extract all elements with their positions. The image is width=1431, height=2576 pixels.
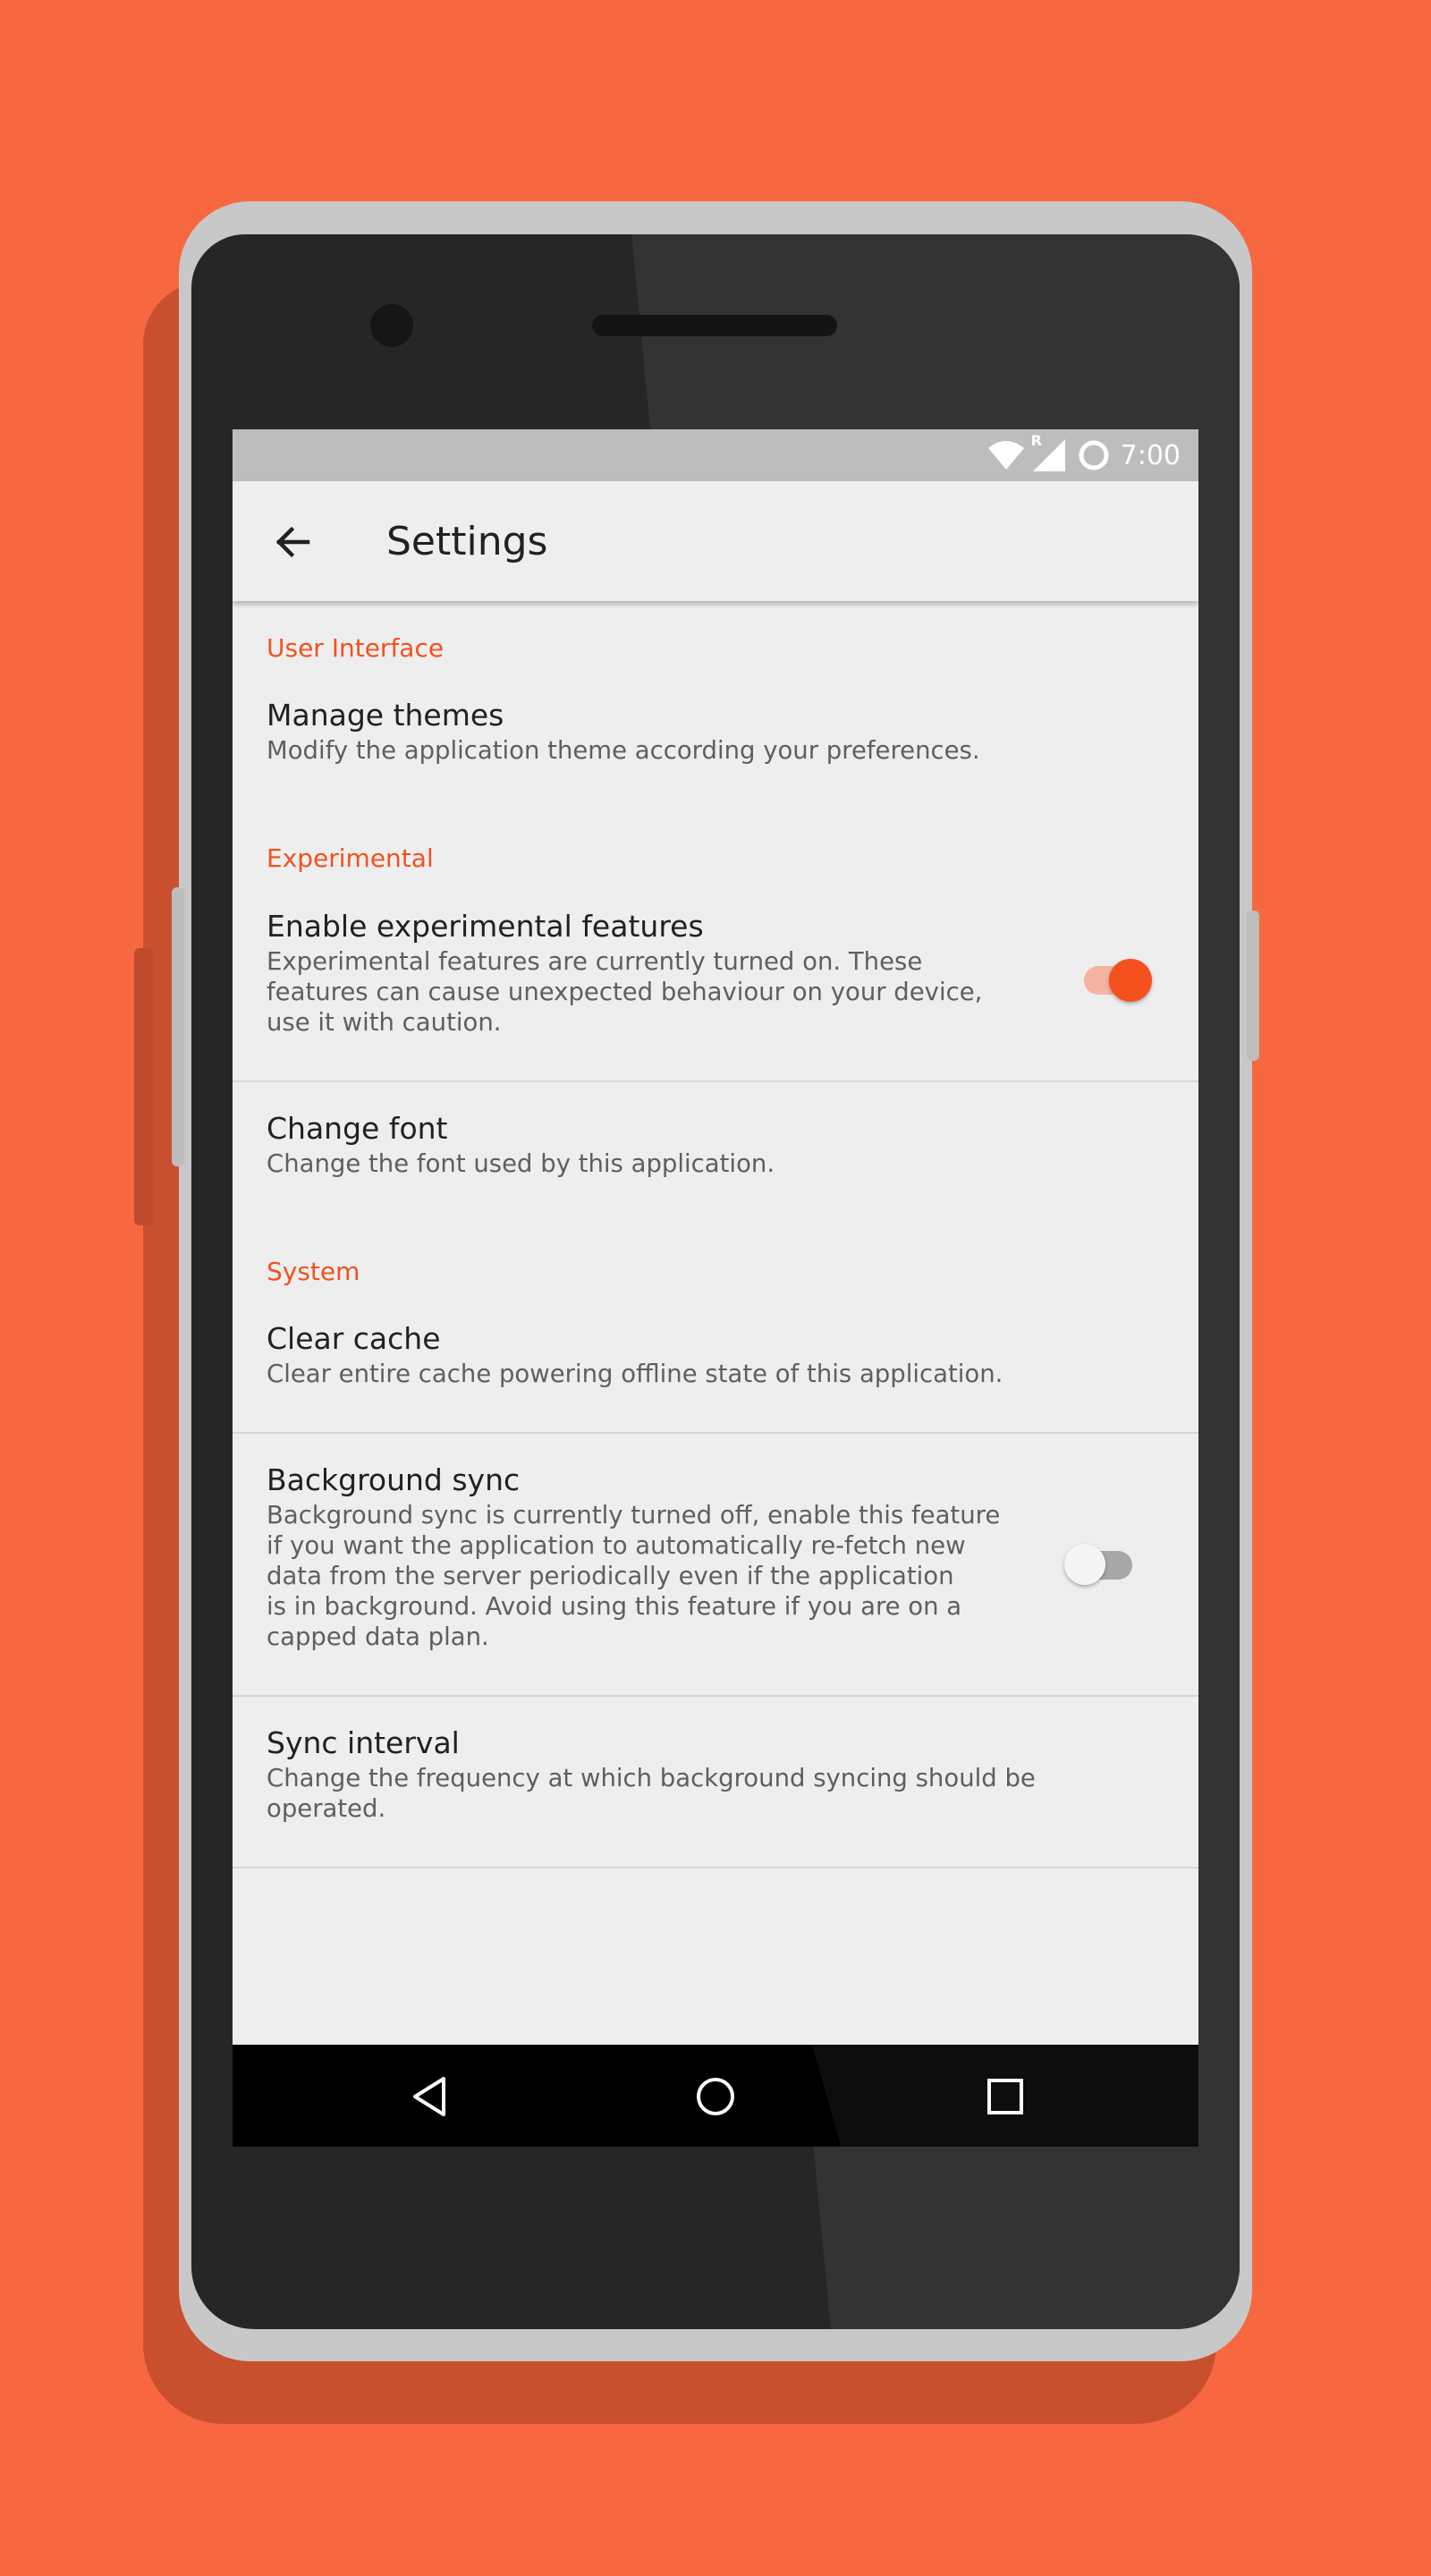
setting-title: Clear cache [267, 1321, 441, 1356]
recents-square-icon[interactable] [980, 2072, 1030, 2122]
setting-subtitle: Clear entire cache powering offline stat… [267, 1360, 1003, 1388]
setting-title: Enable experimental features [267, 909, 704, 944]
phone-volume-button [172, 887, 184, 1166]
signal-icon: R [1031, 432, 1067, 473]
setting-manage-themes[interactable]: Manage themes Modify the application the… [233, 698, 1198, 814]
wifi-icon [987, 441, 1024, 470]
setting-subtitle: Change the frequency at which background… [267, 1764, 1036, 1823]
battery-icon [1079, 440, 1109, 470]
status-time: 7:00 [1120, 439, 1181, 471]
setting-title: Sync interval [267, 1725, 460, 1760]
setting-title: Background sync [267, 1462, 521, 1497]
setting-title: Manage themes [267, 698, 504, 733]
setting-background-sync[interactable]: Background sync Background sync is curre… [233, 1462, 1198, 1686]
setting-subtitle: Modify the application theme according y… [267, 736, 980, 765]
experimental-toggle-switch[interactable] [1080, 959, 1152, 1002]
setting-enable-experimental[interactable]: Enable experimental features Experimenta… [233, 909, 1198, 1052]
arrow-back-icon[interactable] [268, 517, 318, 567]
phone-shadow-button [134, 948, 154, 1225]
earpiece-speaker [592, 315, 837, 336]
setting-clear-cache[interactable]: Clear cache Clear entire cache powering … [233, 1321, 1198, 1419]
setting-subtitle: Change the font used by this application… [267, 1149, 775, 1178]
divider [233, 1695, 1198, 1697]
setting-change-font[interactable]: Change font Change the font used by this… [233, 1111, 1198, 1209]
phone-power-button [1247, 911, 1259, 1061]
home-circle-icon[interactable] [690, 2072, 741, 2122]
roaming-label: R [1030, 432, 1042, 449]
device-screen: R 7:00 Settings User Interface Manage th… [233, 429, 1198, 2147]
back-triangle-icon[interactable] [406, 2072, 456, 2122]
section-header-system: System [267, 1257, 360, 1286]
section-header-experimental: Experimental [267, 843, 434, 873]
status-icons: R 7:00 [986, 432, 1181, 476]
front-camera [370, 304, 413, 347]
divider [233, 1867, 1198, 1868]
divider [233, 1432, 1198, 1434]
section-header-user-interface: User Interface [267, 633, 445, 663]
setting-subtitle: Background sync is currently turned off,… [267, 1501, 1001, 1651]
divider [233, 1080, 1198, 1082]
app-bar: Settings [233, 481, 1198, 601]
background-sync-toggle-switch[interactable] [1064, 1544, 1136, 1587]
setting-title: Change font [267, 1111, 448, 1146]
navigation-bar [233, 2045, 1198, 2147]
status-bar: R 7:00 [233, 429, 1198, 481]
setting-sync-interval[interactable]: Sync interval Change the frequency at wh… [233, 1725, 1198, 1842]
page-title: Settings [386, 519, 548, 564]
setting-subtitle: Experimental features are currently turn… [267, 947, 983, 1037]
